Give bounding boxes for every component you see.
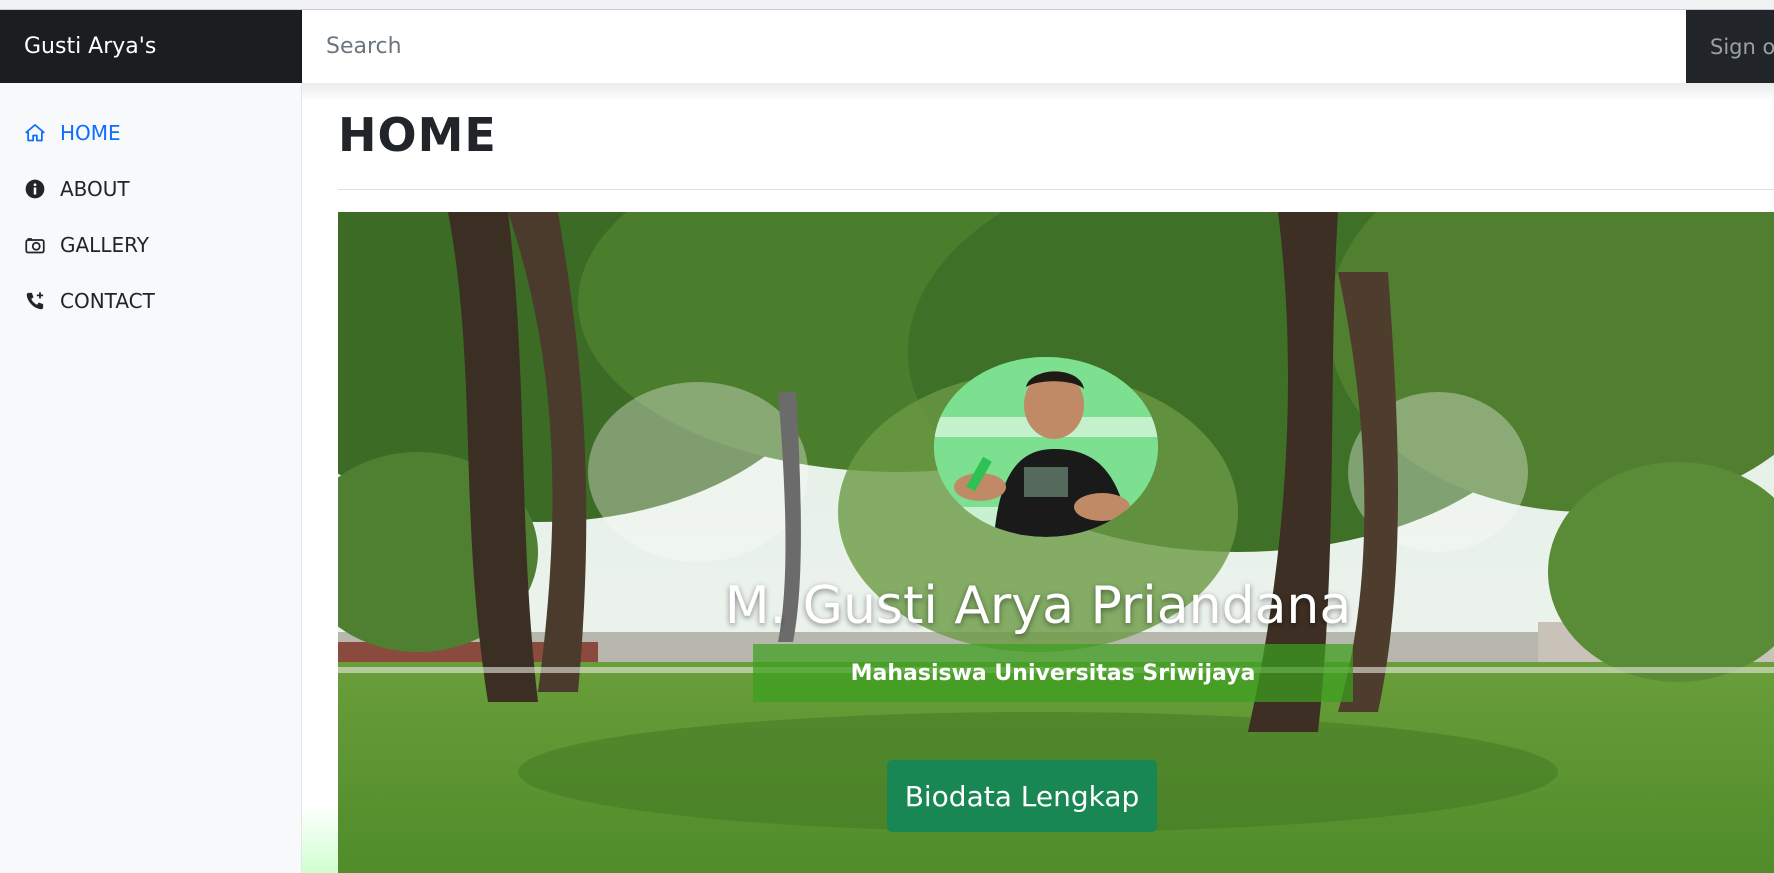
sign-out-link[interactable]: Sign ou bbox=[1686, 10, 1774, 83]
hero-banner: M. Gusti Arya Priandana Mahasiswa Univer… bbox=[338, 212, 1774, 873]
sidebar-item-label: CONTACT bbox=[60, 289, 155, 313]
sidebar-item-label: ABOUT bbox=[60, 177, 130, 201]
sidebar-item-home[interactable]: HOME bbox=[0, 105, 302, 161]
sidebar-item-gallery[interactable]: GALLERY bbox=[0, 217, 302, 273]
sidebar-item-contact[interactable]: CONTACT bbox=[0, 273, 302, 329]
sidebar: HOME ABOUT GALLERY CONTACT bbox=[0, 83, 302, 873]
sidebar-item-label: GALLERY bbox=[60, 233, 149, 257]
browser-top-strip bbox=[0, 0, 1774, 10]
search-input[interactable] bbox=[302, 10, 1686, 83]
top-navbar: Gusti Arya's Sign ou bbox=[0, 10, 1774, 83]
brand-logo[interactable]: Gusti Arya's bbox=[0, 10, 302, 83]
camera-icon bbox=[24, 234, 46, 256]
info-circle-icon bbox=[24, 178, 46, 200]
title-divider bbox=[338, 189, 1774, 190]
profile-avatar bbox=[934, 357, 1158, 537]
hero-subtitle: Mahasiswa Universitas Sriwijaya bbox=[753, 644, 1353, 702]
sidebar-glow bbox=[302, 805, 338, 873]
sidebar-item-about[interactable]: ABOUT bbox=[0, 161, 302, 217]
house-icon bbox=[24, 122, 46, 144]
sidebar-item-label: HOME bbox=[60, 121, 121, 145]
biodata-button[interactable]: Biodata Lengkap bbox=[887, 760, 1157, 832]
navbar-shadow bbox=[302, 83, 1774, 101]
page-title: HOME bbox=[338, 108, 497, 162]
hero-name: M. Gusti Arya Priandana bbox=[724, 576, 1352, 636]
phone-plus-icon bbox=[24, 290, 46, 312]
